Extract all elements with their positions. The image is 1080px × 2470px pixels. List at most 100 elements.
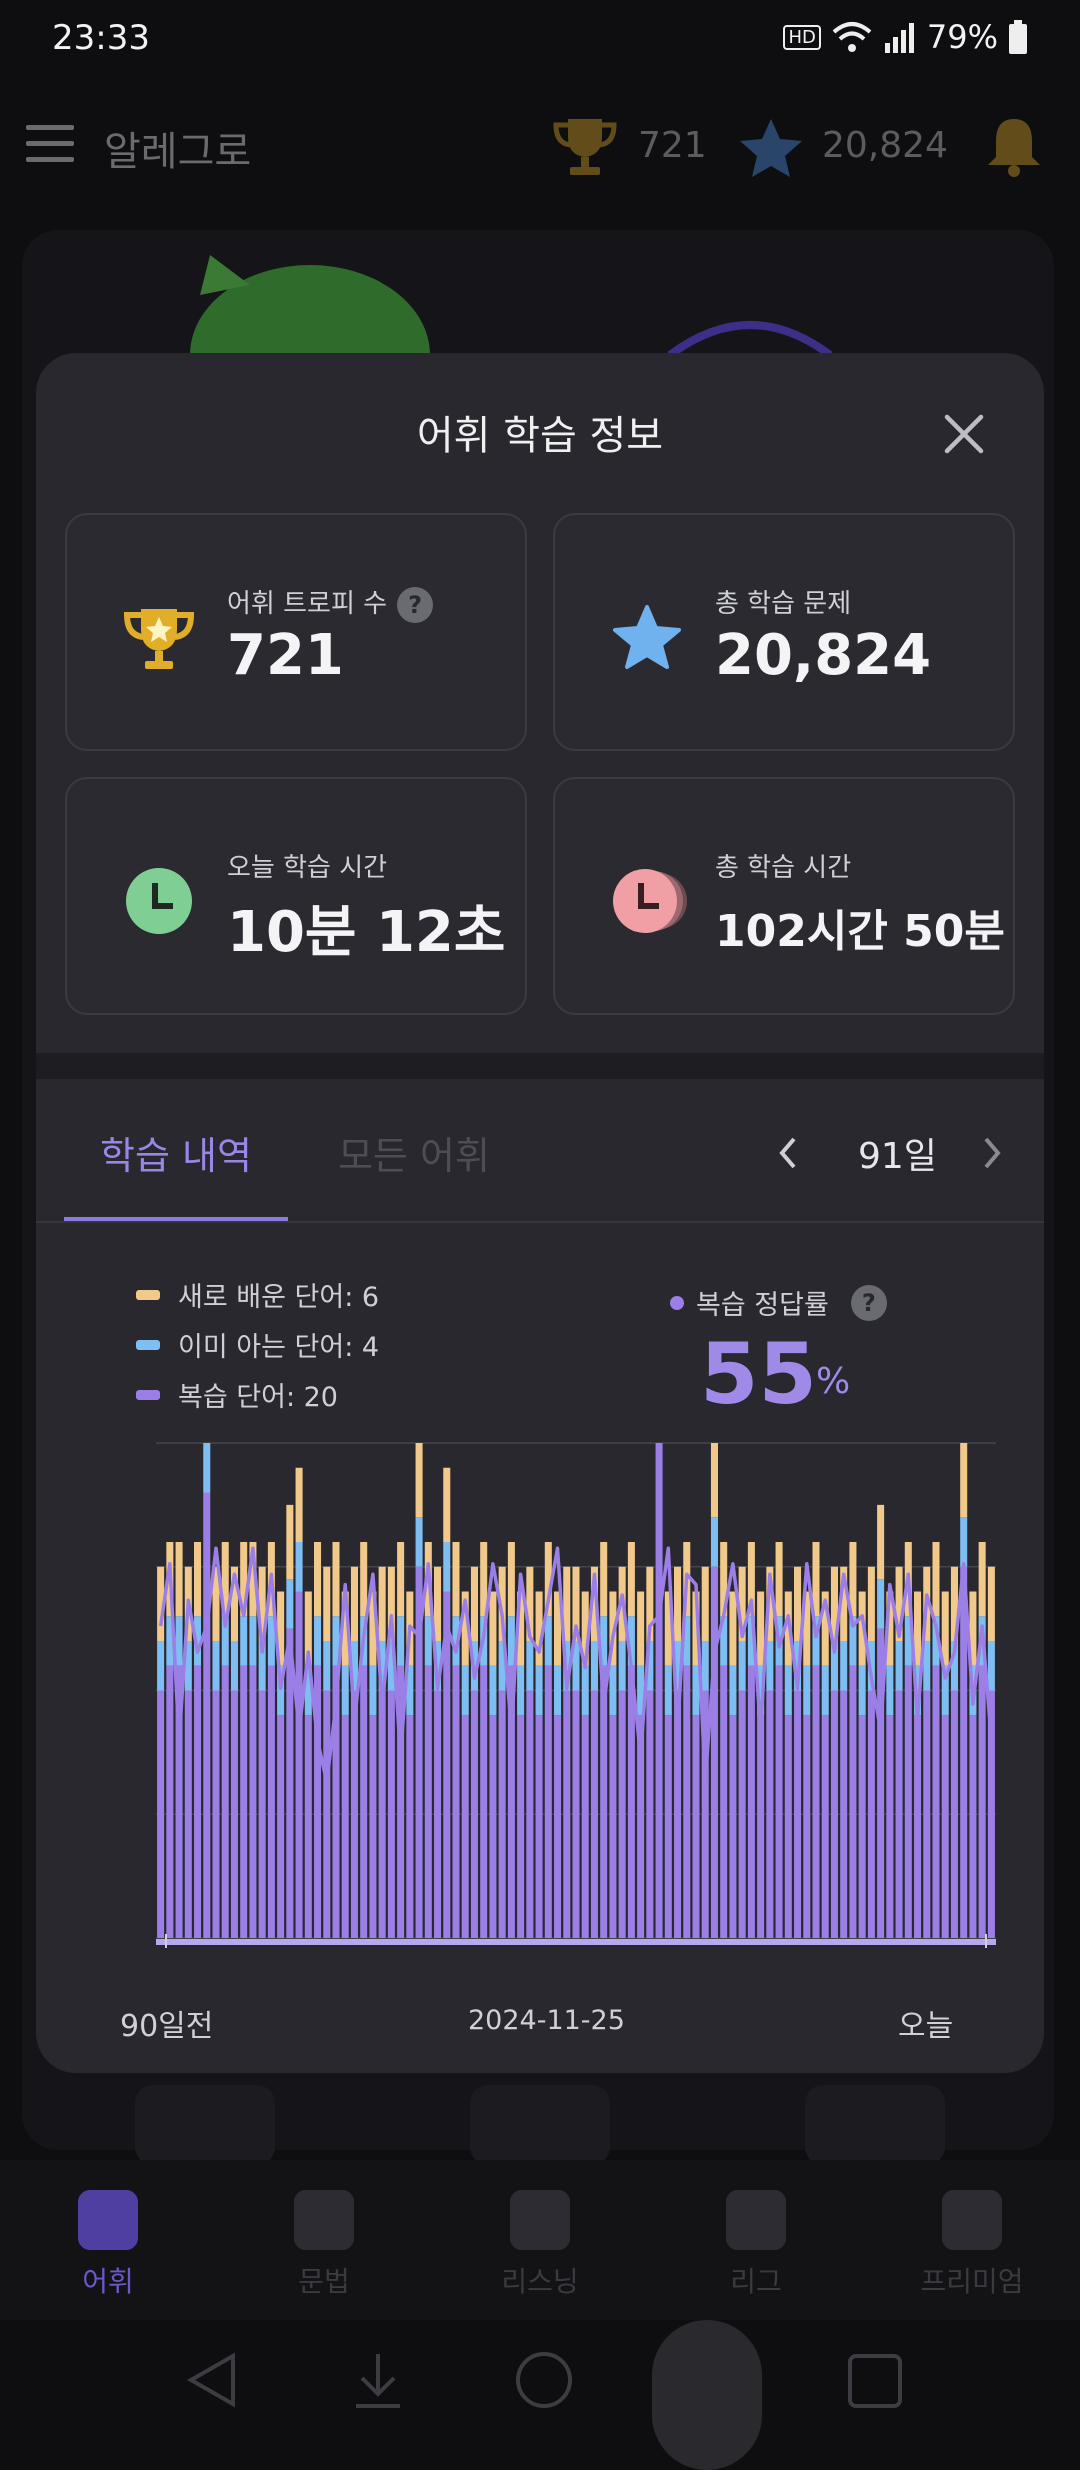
section-divider — [36, 1053, 1044, 1079]
bar-segment — [212, 1641, 220, 1691]
nav-label: 프리미엄 — [920, 2265, 1024, 2298]
bar-segment — [369, 1715, 377, 1938]
bar-segment — [470, 1690, 478, 1938]
stat-label: 오늘 학습 시간 — [227, 853, 388, 883]
bar-segment — [664, 1715, 672, 1938]
help-icon[interactable]: ? — [397, 586, 434, 623]
bar-segment — [830, 1690, 838, 1938]
bar-segment — [581, 1665, 589, 1716]
bar-segment — [350, 1690, 358, 1938]
bar-segment — [517, 1715, 525, 1938]
bar-segment — [489, 1591, 497, 1666]
bar-segment — [461, 1665, 469, 1716]
bar-segment — [341, 1665, 349, 1716]
bar-segment — [517, 1665, 525, 1716]
bar-segment — [397, 1616, 405, 1666]
bar-segment — [738, 1641, 746, 1691]
close-icon[interactable] — [941, 411, 987, 457]
bar-segment — [932, 1542, 940, 1617]
bar-segment — [230, 1641, 238, 1691]
system-nav — [0, 2320, 1080, 2470]
nav-league[interactable]: 리그 — [686, 2190, 826, 2300]
bar-segment — [914, 1715, 922, 1938]
bar-segment — [886, 1665, 894, 1716]
bar-segment — [710, 1443, 718, 1518]
nav-listening[interactable]: 리스닝 — [470, 2190, 610, 2300]
legend-swatch — [136, 1389, 160, 1400]
nav-label: 리그 — [730, 2265, 782, 2298]
tab-all-words[interactable]: 모든 어휘 — [338, 1125, 490, 1180]
bar-segment — [341, 1715, 349, 1938]
bar-segment — [600, 1542, 608, 1617]
bar-segment — [314, 1616, 322, 1666]
tab-history[interactable]: 학습 내역 — [100, 1125, 252, 1180]
menu-icon[interactable] — [26, 125, 74, 165]
bar-segment — [194, 1665, 202, 1938]
bar-segment — [618, 1641, 626, 1691]
bar-segment — [572, 1690, 580, 1938]
stat-card-total-time: 총 학습 시간 102시간 50분 — [553, 777, 1015, 1015]
trophy-count: 721 — [638, 125, 707, 166]
bar-segment — [295, 1542, 303, 1592]
capture-button[interactable] — [652, 2320, 762, 2470]
nav-label: 어휘 — [82, 2265, 134, 2298]
bell-icon[interactable] — [984, 115, 1044, 179]
stat-card-today-time: 오늘 학습 시간 10분 12초 — [65, 777, 527, 1015]
search-tile[interactable] — [805, 2085, 945, 2165]
legend-label: 복습 단어: 20 — [178, 1382, 338, 1413]
bookmark-tile[interactable] — [470, 2085, 610, 2165]
bar-segment — [729, 1715, 737, 1938]
bar-segment — [286, 1504, 294, 1580]
nav-label: 문법 — [298, 2265, 350, 2298]
help-icon[interactable]: ? — [850, 1284, 887, 1321]
bar-segment — [821, 1715, 829, 1938]
bar-segment — [646, 1690, 654, 1938]
bar-segment — [489, 1715, 497, 1938]
bar-segment — [323, 1566, 331, 1641]
nav-premium[interactable]: 프리미엄 — [902, 2190, 1042, 2300]
shop-tile[interactable] — [135, 2085, 275, 2165]
nav-grammar[interactable]: 문법 — [254, 2190, 394, 2300]
bar-segment — [858, 1665, 866, 1716]
bar-segment — [867, 1690, 875, 1938]
download-icon[interactable] — [350, 2350, 406, 2410]
legend-review: 복습 단어: 20 — [136, 1375, 338, 1414]
home-icon[interactable] — [514, 2350, 574, 2410]
bar-segment — [969, 1715, 977, 1938]
bar-segment — [240, 1665, 248, 1938]
x-label-mid: 2024-11-25 — [468, 2005, 625, 2036]
bar-segment — [600, 1665, 608, 1938]
study-history-chart — [156, 1442, 996, 1948]
trophy-icon — [123, 609, 195, 669]
accuracy-label: 복습 정답률 ? — [670, 1283, 887, 1322]
building-icon — [726, 2190, 786, 2250]
bar-segment — [415, 1443, 423, 1518]
crown-icon — [942, 2190, 1002, 2250]
stat-value: 721 — [227, 623, 344, 688]
stat-value: 20,824 — [715, 623, 932, 688]
bar-segment — [452, 1542, 460, 1617]
back-icon[interactable] — [185, 2350, 239, 2410]
bar-segment — [674, 1566, 682, 1641]
bar-segment — [277, 1715, 285, 1938]
chevron-right-icon[interactable] — [980, 1135, 1004, 1171]
bar-segment — [157, 1690, 165, 1938]
status-bar: 23:33 HD 79% — [0, 0, 1080, 80]
nav-vocab[interactable]: 어휘 — [38, 2190, 178, 2300]
period-label: 91일 — [858, 1136, 937, 1177]
bar-segment — [590, 1690, 598, 1938]
legend-new: 새로 배운 단어: 6 — [136, 1275, 379, 1314]
bar-segment — [507, 1542, 515, 1617]
bar-segment — [960, 1443, 968, 1518]
bar-segment — [230, 1690, 238, 1938]
recent-apps-icon[interactable] — [846, 2352, 904, 2410]
nav-label: 리스닝 — [501, 2265, 579, 2298]
legend-label: 새로 배운 단어: 6 — [178, 1282, 380, 1313]
bar-segment — [424, 1665, 432, 1938]
chevron-left-icon[interactable] — [776, 1135, 800, 1171]
trophy-icon — [553, 119, 617, 175]
bar-segment — [729, 1665, 737, 1716]
bar-segment — [738, 1690, 746, 1938]
bar-segment — [775, 1542, 783, 1617]
bar-segment — [461, 1715, 469, 1938]
